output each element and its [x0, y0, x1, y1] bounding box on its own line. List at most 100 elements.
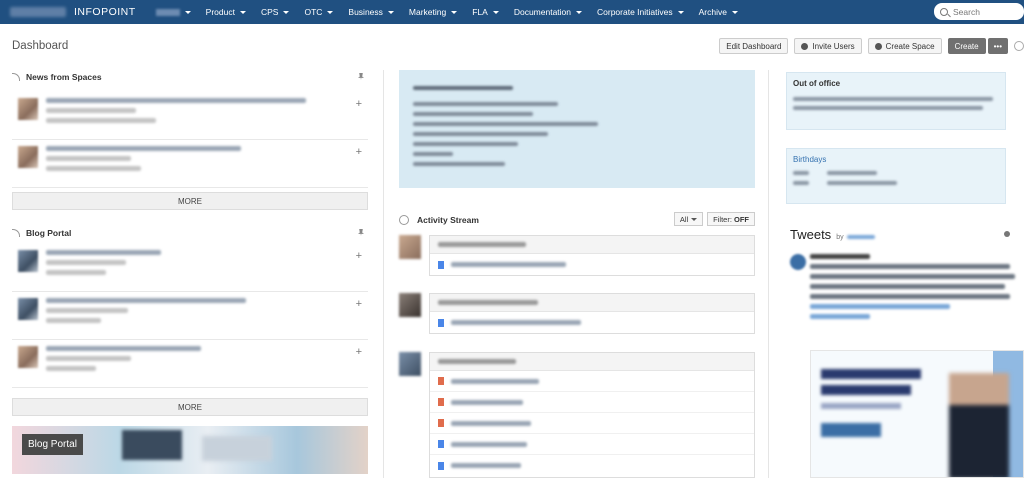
activity-row[interactable] [430, 413, 754, 434]
plus-icon[interactable]: + [356, 298, 362, 310]
left-column: News from Spaces + + MORE Blog Portal + [12, 70, 368, 474]
activity-row[interactable] [430, 254, 754, 275]
note-heading [413, 86, 513, 90]
nav-item-otc[interactable]: OTC [304, 7, 334, 17]
nav-item-marketing[interactable]: Marketing [409, 7, 458, 17]
note-line [413, 132, 548, 136]
main-nav: Product CPS OTC Business Marketing FLA D… [155, 0, 753, 24]
page-title: Dashboard [12, 40, 69, 52]
tweet-image[interactable] [810, 350, 1024, 478]
nav-item-label: FLA [472, 7, 488, 17]
dashboard-actions: Edit Dashboard Invite Users Create Space… [719, 38, 1024, 54]
create-space-button[interactable]: Create Space [867, 38, 942, 54]
tweet-link[interactable] [810, 304, 950, 309]
blog-item-title [46, 250, 161, 255]
activity-row[interactable] [430, 371, 754, 392]
news-item[interactable]: + [12, 140, 368, 188]
nav-item-business[interactable]: Business [348, 7, 394, 17]
filter-all-dropdown[interactable]: All [673, 212, 704, 226]
news-section: News from Spaces + + MORE [12, 70, 368, 210]
nav-item-documentation[interactable]: Documentation [514, 7, 582, 17]
avatar[interactable] [399, 235, 421, 259]
activity-stream-title: Activity Stream [417, 215, 479, 225]
activity-row[interactable] [430, 392, 754, 413]
news-section-title: News from Spaces [26, 72, 102, 82]
rss-icon [12, 229, 20, 237]
tweets-header: Tweets by [790, 227, 1020, 242]
search-placeholder: Search [953, 6, 980, 17]
chevron-down-icon [677, 10, 684, 14]
blog-portal-banner[interactable]: Blog Portal [12, 426, 368, 474]
activity-stream-header: Activity Stream All Filter: OFF [399, 212, 755, 228]
edit-dashboard-button[interactable]: Edit Dashboard [719, 38, 789, 54]
nav-item-archive[interactable]: Archive [699, 7, 738, 17]
clock-icon [399, 215, 409, 225]
blog-item-title [46, 298, 246, 303]
nav-item-label: Documentation [513, 7, 571, 17]
blurred-text [810, 264, 1010, 269]
meeting-rules-note [399, 70, 755, 188]
page-icon [438, 318, 444, 327]
plus-icon[interactable]: + [356, 146, 362, 158]
activity-row[interactable] [430, 312, 754, 333]
blurred-text [438, 359, 516, 364]
activity-card-author[interactable] [430, 236, 754, 254]
activity-row-title [451, 441, 527, 447]
top-navigation-bar: INFOPOINT Product CPS OTC Business Marke… [0, 0, 1024, 24]
activity-card-author[interactable] [430, 353, 754, 371]
chevron-down-icon [327, 10, 334, 14]
banner-illustration [122, 430, 182, 460]
avatar[interactable] [399, 293, 421, 317]
blog-item[interactable]: + [12, 292, 368, 340]
page-icon [438, 260, 444, 269]
nav-item-label: Archive [698, 7, 727, 17]
activity-entry [399, 235, 755, 287]
blog-more-button[interactable]: MORE [12, 398, 368, 416]
create-button[interactable]: Create [947, 38, 986, 54]
help-icon[interactable] [1014, 41, 1024, 51]
more-actions-button[interactable]: ••• [987, 38, 1008, 54]
nav-item-fla[interactable]: FLA [472, 7, 499, 17]
tweet-link[interactable] [810, 314, 870, 319]
nav-item-label: Corporate Initiatives [597, 7, 673, 17]
nav-item-product[interactable]: Product [206, 7, 246, 17]
brand-logo[interactable]: INFOPOINT [10, 0, 136, 24]
nav-item-corporate-initiatives[interactable]: Corporate Initiatives [597, 7, 684, 17]
nav-item-label: Business [348, 7, 383, 17]
news-section-header: News from Spaces [12, 70, 368, 84]
blog-item[interactable]: + [12, 244, 368, 292]
activity-card [429, 235, 755, 276]
image-person [949, 373, 1009, 477]
tweet-author[interactable] [810, 254, 870, 259]
activity-card-author[interactable] [430, 294, 754, 312]
plus-icon[interactable]: + [356, 98, 362, 110]
file-icon [438, 398, 444, 406]
news-item[interactable]: + [12, 92, 368, 140]
invite-users-button[interactable]: Invite Users [794, 38, 862, 54]
activity-row-title [451, 262, 566, 267]
tweet-avatar[interactable] [790, 254, 806, 270]
nav-item-cps[interactable]: CPS [261, 7, 290, 17]
avatar[interactable] [399, 352, 421, 376]
search-input[interactable]: Search [934, 3, 1024, 20]
nav-item-blurred-label [155, 8, 180, 16]
news-item-date [46, 156, 131, 161]
blog-item[interactable]: + [12, 340, 368, 388]
filter-toggle[interactable]: Filter: OFF [707, 212, 755, 226]
plus-icon[interactable]: + [356, 250, 362, 262]
image-text [821, 385, 911, 395]
filter-all-label: All [679, 214, 689, 224]
blog-item-date [46, 308, 128, 313]
nav-item-spaces[interactable] [155, 8, 191, 16]
blog-section-header: Blog Portal [12, 226, 368, 240]
activity-row-title [451, 420, 531, 426]
page-icon [438, 440, 444, 448]
info-icon[interactable] [1004, 231, 1010, 237]
activity-row[interactable] [430, 455, 754, 476]
news-more-button[interactable]: MORE [12, 192, 368, 210]
tweets-account-link[interactable] [846, 235, 875, 239]
birthday-row [787, 178, 1005, 188]
plus-icon[interactable]: + [356, 346, 362, 358]
note-line [413, 122, 598, 126]
activity-row[interactable] [430, 434, 754, 455]
